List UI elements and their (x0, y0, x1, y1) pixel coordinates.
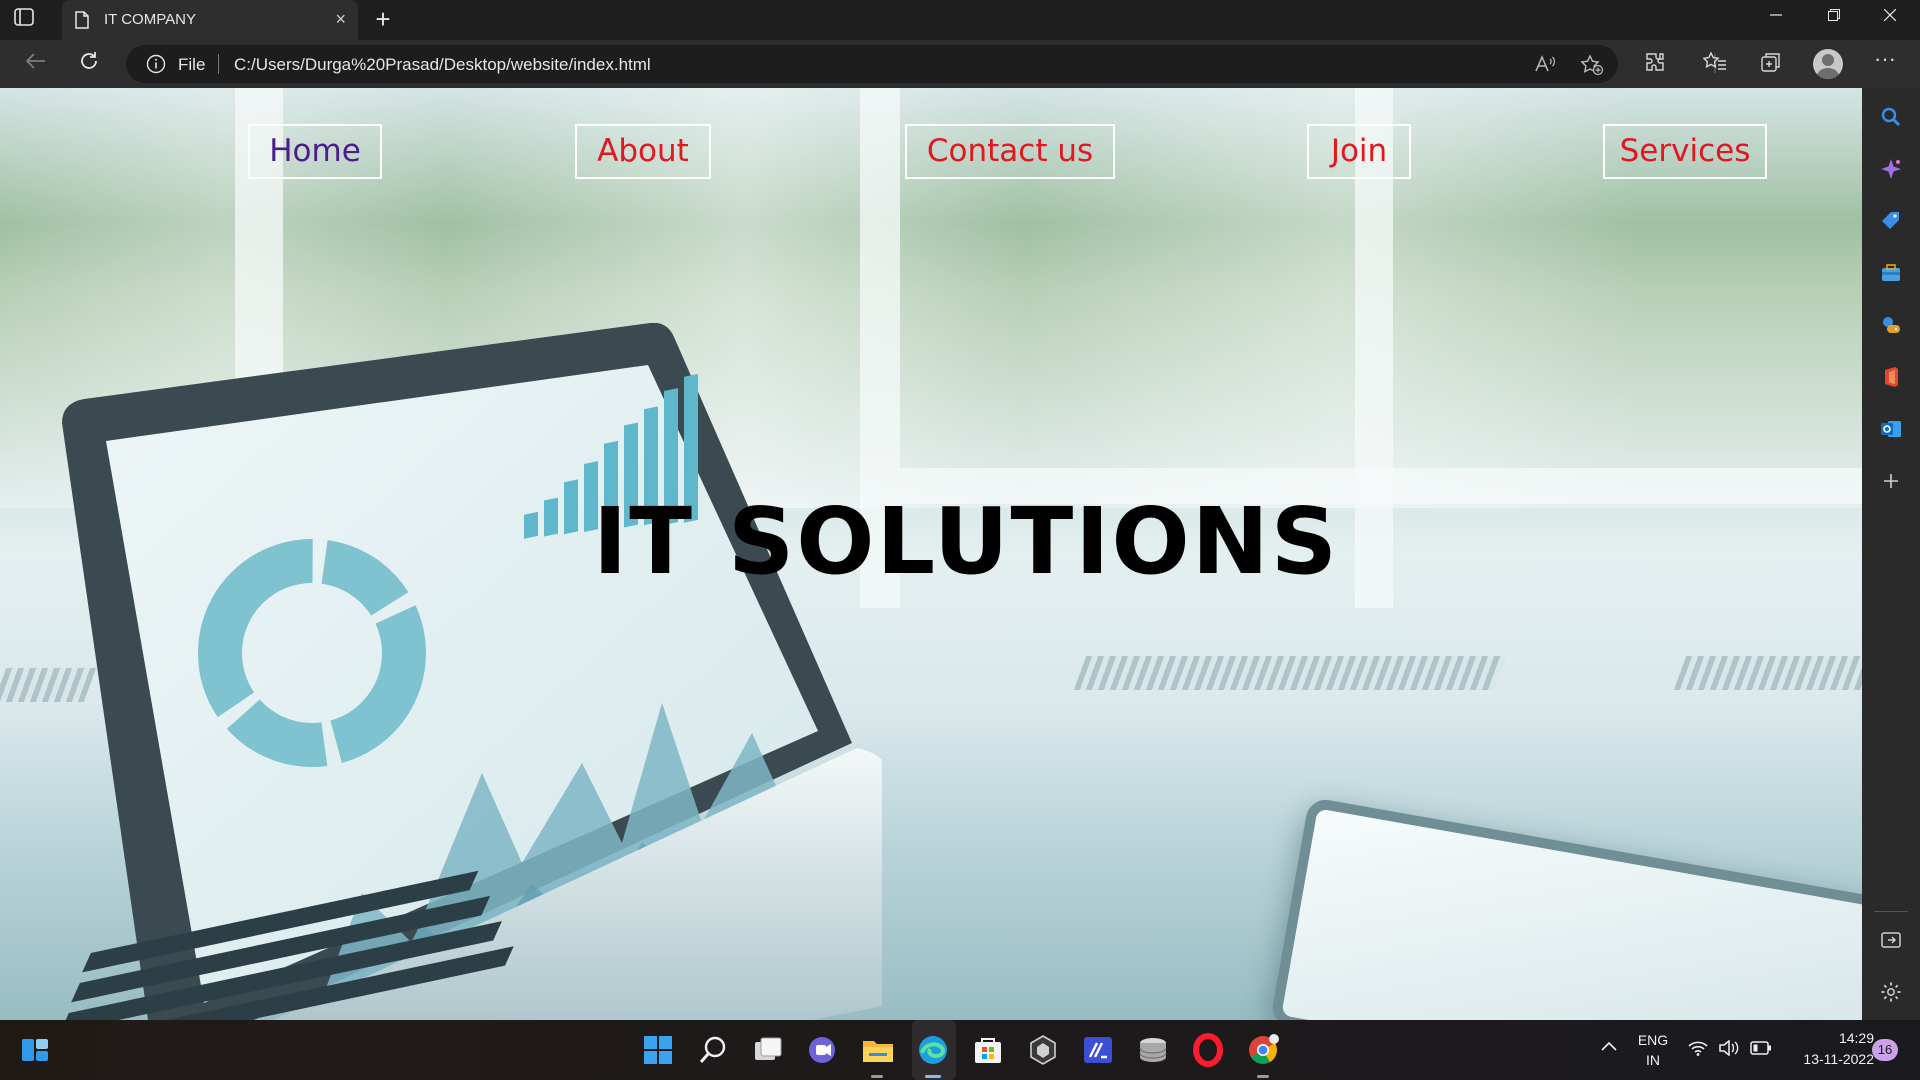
web-page: Home About Contact us Join Services IT S… (0, 88, 1862, 1020)
background-vent-grate (1673, 656, 1862, 690)
more-menu-button[interactable]: ··· (1870, 46, 1900, 72)
info-icon[interactable] (146, 54, 166, 74)
laptop-image (62, 323, 882, 1020)
tab-title: IT COMPANY (104, 11, 196, 28)
minimize-icon (1770, 14, 1782, 16)
games-icon[interactable] (1879, 313, 1903, 337)
restore-icon (1828, 9, 1840, 21)
refresh-button[interactable] (74, 50, 104, 78)
store-icon[interactable] (971, 1033, 1005, 1067)
shopping-tag-icon[interactable] (1879, 209, 1903, 233)
disk-icon[interactable] (1136, 1033, 1170, 1067)
clock-date[interactable]: 13-11-2022 (1784, 1051, 1874, 1067)
address-scheme: File (178, 55, 206, 74)
chrome-running-indicator (1257, 1075, 1269, 1078)
unity-icon[interactable] (1026, 1033, 1060, 1067)
wifi-icon[interactable] (1688, 1040, 1708, 1056)
clock-time[interactable]: 14:29 (1784, 1030, 1874, 1046)
address-separator (218, 54, 219, 74)
chrome-icon[interactable] (1246, 1033, 1280, 1067)
tools-icon[interactable] (1879, 261, 1903, 285)
address-bar[interactable]: File C:/Users/Durga%20Prasad/Desktop/web… (126, 45, 1618, 83)
language-indicator-top[interactable]: ENG (1630, 1032, 1676, 1048)
language-indicator-bottom[interactable]: IN (1630, 1052, 1676, 1068)
copilot-icon[interactable] (1879, 157, 1903, 181)
start-icon[interactable] (641, 1033, 675, 1067)
extensions-icon[interactable] (1640, 51, 1670, 79)
task-view-icon[interactable] (751, 1033, 785, 1067)
settings-icon[interactable] (1879, 980, 1903, 1004)
edge-sidebar (1862, 88, 1920, 1020)
outlook-icon[interactable] (1879, 417, 1903, 441)
collections-icon[interactable] (1756, 51, 1786, 79)
profile-avatar[interactable] (1813, 49, 1843, 79)
opera-icon[interactable] (1191, 1033, 1225, 1067)
refresh-icon (81, 52, 97, 69)
add-icon[interactable] (1879, 469, 1903, 493)
back-button[interactable] (20, 50, 50, 78)
search-icon[interactable] (1879, 105, 1903, 129)
hide-sidebar-icon[interactable] (1879, 928, 1903, 952)
office-icon[interactable] (1879, 365, 1903, 389)
tab-actions-button[interactable] (14, 8, 46, 32)
volume-icon[interactable] (1718, 1040, 1740, 1056)
nav-home-link[interactable]: Home (248, 124, 382, 179)
browser-toolbar: File C:/Users/Durga%20Prasad/Desktop/web… (0, 40, 1920, 88)
vscode-like-icon[interactable] (1081, 1033, 1115, 1067)
read-aloud-icon[interactable] (1534, 54, 1556, 79)
new-tab-button[interactable]: + (368, 6, 398, 34)
widgets-icon[interactable] (18, 1033, 52, 1067)
close-window-button[interactable] (1870, 8, 1910, 32)
background-vent-grate (1073, 656, 1507, 690)
sidebar-divider (1874, 911, 1908, 912)
chevron-up-icon[interactable] (1600, 1040, 1618, 1052)
nav-services-link[interactable]: Services (1603, 124, 1767, 179)
tab-close-button[interactable]: × (335, 10, 346, 28)
page-icon (75, 11, 89, 29)
favorites-icon[interactable] (1700, 51, 1730, 79)
address-url[interactable]: C:/Users/Durga%20Prasad/Desktop/website/… (234, 55, 651, 75)
file-explorer-icon[interactable] (861, 1033, 895, 1067)
nav-about-link[interactable]: About (575, 124, 711, 179)
minimize-button[interactable] (1756, 8, 1796, 32)
explorer-running-indicator (871, 1075, 883, 1078)
hero-title: IT SOLUTIONS (593, 488, 1339, 595)
edge-running-indicator (925, 1075, 941, 1078)
nav-join-link[interactable]: Join (1307, 124, 1411, 179)
title-bar: IT COMPANY × + (0, 0, 1920, 40)
browser-tab[interactable]: IT COMPANY × (62, 0, 358, 40)
add-favorite-icon[interactable] (1580, 54, 1604, 81)
tablet-image (1269, 796, 1862, 1020)
search-icon[interactable] (696, 1033, 730, 1067)
taskbar: ENG IN 14:29 13-11-2022 16 (0, 1020, 1920, 1080)
back-icon (25, 53, 45, 69)
tab-actions-icon (14, 8, 34, 26)
teams-chat-icon[interactable] (806, 1033, 840, 1067)
battery-icon[interactable] (1750, 1041, 1772, 1055)
nav-contact-link[interactable]: Contact us (905, 124, 1115, 179)
edge-icon[interactable] (916, 1033, 950, 1067)
restore-button[interactable] (1814, 8, 1854, 32)
close-icon (1883, 8, 1897, 22)
notification-badge[interactable]: 16 (1872, 1039, 1898, 1061)
